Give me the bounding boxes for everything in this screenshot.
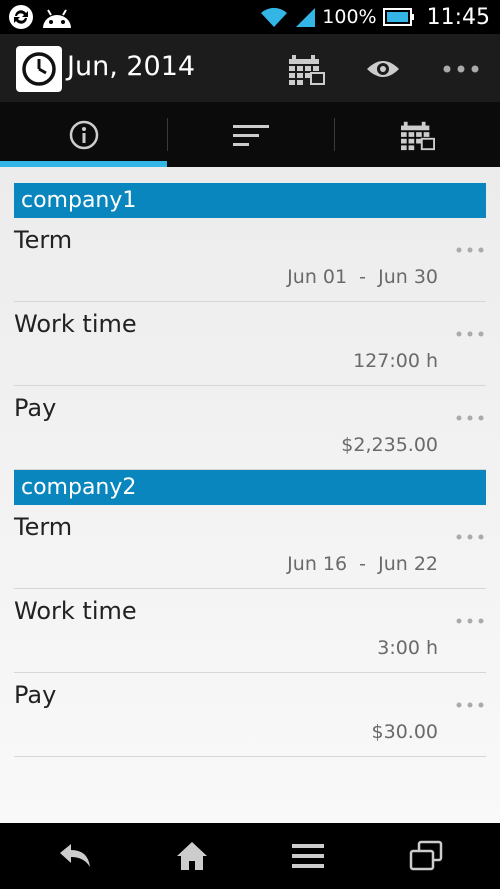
view-button[interactable] <box>362 48 404 90</box>
row-label: Pay <box>14 681 57 709</box>
list-item-work-time[interactable]: Work time 3:00 h <box>14 589 486 673</box>
tab-sort[interactable] <box>168 102 334 167</box>
row-value: 127:00 h <box>353 350 438 372</box>
row-label: Work time <box>14 597 137 625</box>
tab-info[interactable] <box>0 102 167 167</box>
signal-icon <box>296 8 316 27</box>
battery-icon <box>382 8 414 26</box>
row-value: Jun 01 - Jun 30 <box>287 266 438 288</box>
row-value: $30.00 <box>371 721 438 743</box>
calendar-button[interactable] <box>286 48 328 90</box>
calendar-icon <box>289 55 325 85</box>
row-label: Work time <box>14 310 137 338</box>
row-value: $2,235.00 <box>341 434 438 456</box>
more-icon[interactable] <box>454 611 486 631</box>
recent-apps-icon <box>409 840 443 871</box>
android-icon <box>43 9 71 28</box>
page-title[interactable]: Jun, 2014 <box>67 51 195 82</box>
sort-icon <box>233 124 269 146</box>
row-label: Pay <box>14 394 57 422</box>
battery-percent: 100% <box>322 6 377 28</box>
menu-icon <box>292 844 324 868</box>
list-item-term[interactable]: Term Jun 01 - Jun 30 <box>14 218 486 302</box>
info-icon <box>69 120 98 149</box>
notification-icons <box>8 4 74 30</box>
clock-logo-icon[interactable] <box>16 46 62 92</box>
more-icon[interactable] <box>454 695 486 715</box>
section-header-company2: company2 <box>14 470 486 505</box>
wifi-icon <box>261 7 288 28</box>
action-bar: Jun, 2014 <box>0 34 500 102</box>
more-icon[interactable] <box>454 240 486 260</box>
system-icons: 100% 11:45 <box>260 0 490 34</box>
row-value: 3:00 h <box>377 637 438 659</box>
recent-apps-button[interactable] <box>405 836 447 876</box>
status-bar: 100% 11:45 <box>0 0 500 34</box>
row-label: Term <box>14 226 73 254</box>
tab-bar <box>0 102 500 167</box>
row-value: Jun 16 - Jun 22 <box>287 553 438 575</box>
back-icon <box>60 844 90 867</box>
sync-icon <box>9 5 33 29</box>
calendar-icon <box>400 121 435 150</box>
more-icon[interactable] <box>454 408 486 428</box>
menu-button[interactable] <box>287 836 329 876</box>
overflow-menu-button[interactable] <box>440 48 482 90</box>
home-icon <box>177 842 207 870</box>
clock: 11:45 <box>426 4 490 30</box>
row-label: Term <box>14 513 73 541</box>
back-button[interactable] <box>54 836 96 876</box>
tab-calendar[interactable] <box>335 102 500 167</box>
navigation-bar <box>0 823 500 889</box>
list-item-term[interactable]: Term Jun 16 - Jun 22 <box>14 505 486 589</box>
more-icon[interactable] <box>454 324 486 344</box>
eye-icon <box>367 61 399 77</box>
list-item-pay[interactable]: Pay $30.00 <box>14 673 486 757</box>
home-button[interactable] <box>171 836 213 876</box>
list-item-pay[interactable]: Pay $2,235.00 <box>14 386 486 470</box>
more-icon[interactable] <box>454 527 486 547</box>
overflow-menu-icon <box>443 65 479 73</box>
list-item-work-time[interactable]: Work time 127:00 h <box>14 302 486 386</box>
section-header-company1: company1 <box>14 183 486 218</box>
summary-list: company1 Term Jun 01 - Jun 30 Work time … <box>0 167 500 823</box>
